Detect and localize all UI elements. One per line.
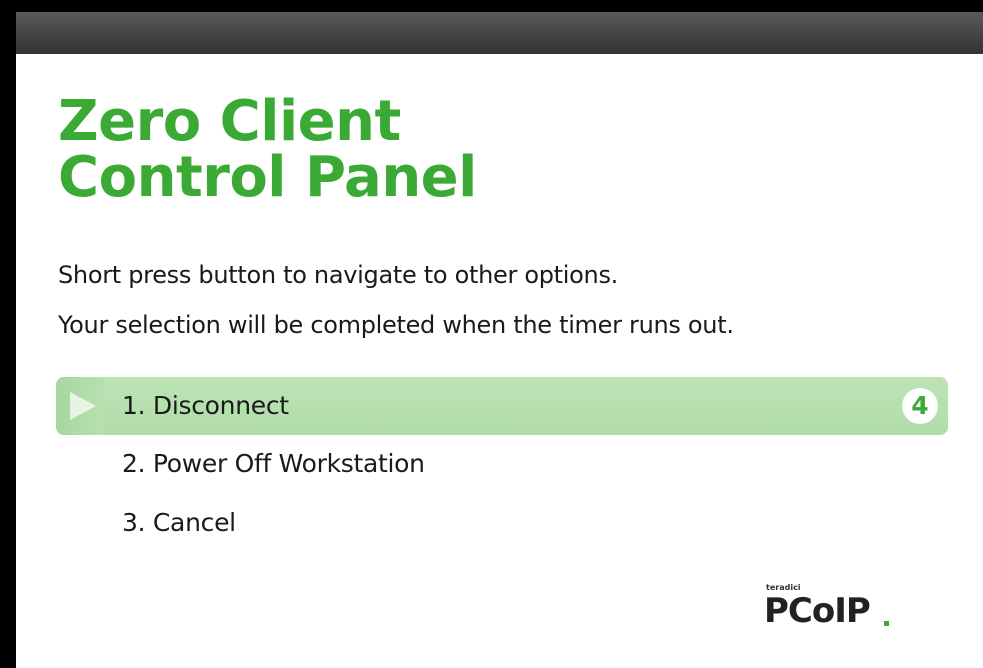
title-bar bbox=[16, 12, 983, 54]
instruction-line-1: Short press button to navigate to other … bbox=[58, 261, 618, 289]
page-title: Zero Client Control Panel bbox=[58, 94, 477, 206]
instruction-line-2: Your selection will be completed when th… bbox=[58, 311, 734, 339]
logo-dot bbox=[884, 621, 889, 626]
page-title-line-2: Control Panel bbox=[58, 145, 477, 210]
menu-item-label: 3. Cancel bbox=[122, 508, 236, 537]
pcoip-wordmark: PCoIP bbox=[764, 591, 871, 631]
menu-item-label: 1. Disconnect bbox=[122, 391, 289, 420]
countdown-timer-value: 4 bbox=[911, 391, 929, 420]
countdown-circle-icon: 4 bbox=[902, 388, 938, 424]
menu-item-cancel[interactable]: 3. Cancel bbox=[56, 494, 948, 553]
pcoip-logo: teradici PCoIP bbox=[764, 581, 894, 636]
control-panel-dialog: Zero Client Control Panel Short press bu… bbox=[16, 54, 983, 668]
options-menu: 1. Disconnect 4 2. Power Off Workstation… bbox=[56, 377, 948, 553]
menu-item-disconnect[interactable]: 1. Disconnect 4 bbox=[56, 377, 948, 435]
play-arrow-icon bbox=[70, 392, 96, 420]
menu-item-label: 2. Power Off Workstation bbox=[122, 449, 425, 478]
page-title-line-1: Zero Client bbox=[58, 89, 401, 154]
window-frame: Zero Client Control Panel Short press bu… bbox=[0, 0, 983, 668]
menu-item-power-off-workstation[interactable]: 2. Power Off Workstation bbox=[56, 435, 948, 494]
